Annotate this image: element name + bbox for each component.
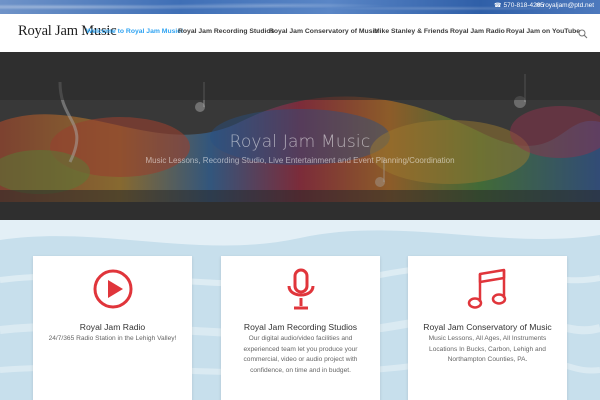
search-button[interactable]: [578, 26, 590, 39]
phone-icon: ☎: [494, 2, 502, 9]
site-header: Royal Jam Music Welcome to Royal Jam Mus…: [0, 14, 600, 52]
nav-item-youtube[interactable]: Royal Jam on YouTube: [506, 28, 580, 35]
search-icon: [578, 29, 588, 39]
nav-item-recording-studios[interactable]: Royal Jam Recording Studios: [178, 28, 274, 35]
feature-description: Music Lessons, All Ages, All Instruments…: [428, 335, 547, 363]
music-note-icon[interactable]: [466, 268, 510, 312]
email-address: royaljam@ptd.net: [543, 2, 595, 9]
nav-item-welcome[interactable]: Welcome to Royal Jam Music!: [86, 28, 183, 35]
nav-item-mike-stanley[interactable]: Mike Stanley & Friends: [374, 28, 448, 35]
feature-card-conservatory: Royal Jam Conservatory of Music Music Le…: [408, 256, 567, 400]
nav-item-conservatory[interactable]: Royal Jam Conservatory of Music: [269, 28, 378, 35]
feature-description: Our digital audio/video facilities and e…: [243, 335, 358, 374]
feature-title[interactable]: Royal Jam Conservatory of Music: [408, 322, 567, 332]
nav-item-radio[interactable]: Royal Jam Radio: [450, 28, 505, 35]
feature-description: 24/7/365 Radio Station in the Lehigh Val…: [48, 335, 177, 342]
feature-card-radio: Royal Jam Radio 24/7/365 Radio Station i…: [33, 256, 192, 400]
hero-title: Royal Jam Music: [229, 132, 371, 152]
top-bar: ☎ 570-818-4205 ✉ royaljam@ptd.net: [0, 0, 600, 14]
microphone-icon[interactable]: [286, 268, 316, 312]
feature-card-recording: Royal Jam Recording Studios Our digital …: [221, 256, 380, 400]
features-section: Royal Jam Radio 24/7/365 Radio Station i…: [0, 220, 600, 400]
email-contact[interactable]: ✉ royaljam@ptd.net: [536, 2, 594, 9]
hero-banner: Royal Jam Music Music Lessons, Recording…: [0, 52, 600, 220]
hero-subtitle: Music Lessons, Recording Studio, Live En…: [145, 156, 455, 165]
feature-title[interactable]: Royal Jam Recording Studios: [221, 322, 380, 332]
envelope-icon: ✉: [536, 2, 542, 9]
hero-top-band: [0, 52, 600, 100]
play-circle-icon[interactable]: [92, 268, 134, 310]
hero-bottom-band: [0, 190, 600, 220]
feature-title[interactable]: Royal Jam Radio: [33, 322, 192, 332]
